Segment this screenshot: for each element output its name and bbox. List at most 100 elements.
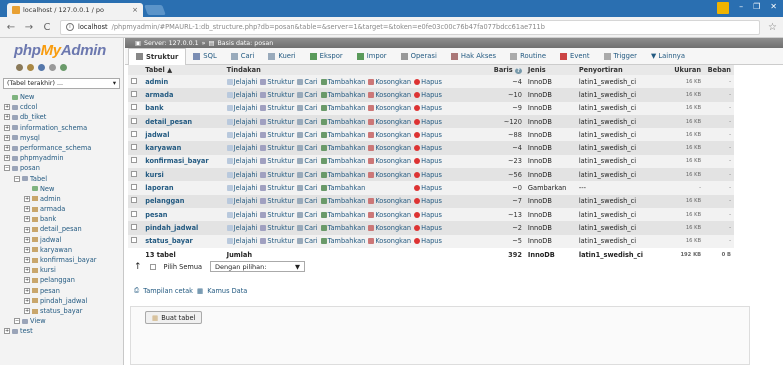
header-table-name[interactable]: Tabel ▲ (142, 65, 224, 75)
breadcrumb-database[interactable]: Basis data: posan (217, 40, 273, 47)
expand-icon[interactable]: + (4, 104, 10, 111)
table-size[interactable]: 16 KB (663, 154, 705, 169)
close-window-button[interactable]: ✕ (770, 2, 777, 14)
tree-item-pelanggan[interactable]: + pelanggan (0, 275, 123, 285)
drop-action[interactable]: Hapus (414, 237, 442, 245)
browse-action[interactable]: Jelajahi (226, 224, 257, 232)
structure-action[interactable]: Struktur (260, 144, 294, 152)
tab-trigger[interactable]: Trigger (597, 48, 644, 65)
search-action[interactable]: Cari (297, 237, 318, 245)
row-checkbox[interactable] (131, 237, 137, 244)
drop-action[interactable]: Hapus (414, 131, 442, 139)
tree-item-information-schema[interactable]: + information_schema (0, 123, 123, 133)
table-name-link[interactable]: admin (142, 75, 224, 89)
row-checkbox[interactable] (131, 77, 137, 84)
insert-action[interactable]: Tambahkan (320, 118, 365, 126)
expand-icon[interactable]: + (24, 226, 30, 233)
table-name-link[interactable]: pesan (142, 207, 224, 222)
row-checkbox[interactable] (131, 210, 137, 217)
tab-lainnya[interactable]: ▼ Lainnya (644, 48, 692, 65)
insert-action[interactable]: Tambahkan (320, 91, 365, 99)
empty-action[interactable]: Kosongkan (368, 157, 411, 165)
row-checkbox[interactable] (131, 197, 137, 204)
table-name-link[interactable]: jadwal (142, 128, 224, 142)
tree-item-view[interactable]: − View (0, 316, 123, 326)
table-name-link[interactable]: laporan (142, 181, 224, 195)
tree-item-posan[interactable]: − posan (0, 163, 123, 173)
browse-action[interactable]: Jelajahi (226, 78, 257, 86)
header-size[interactable]: Ukuran (663, 65, 705, 75)
new-tab-button[interactable] (144, 5, 166, 15)
table-name-link[interactable]: konfirmasi_bayar (142, 154, 224, 169)
drop-action[interactable]: Hapus (414, 144, 442, 152)
browse-action[interactable]: Jelajahi (226, 197, 257, 205)
insert-action[interactable]: Tambahkan (320, 144, 365, 152)
browse-action[interactable]: Jelajahi (226, 237, 257, 245)
print-view-link[interactable]: Tampilan cetak (143, 287, 193, 295)
row-checkbox[interactable] (131, 157, 137, 164)
drop-action[interactable]: Hapus (414, 104, 442, 112)
search-action[interactable]: Cari (297, 78, 318, 86)
empty-action[interactable]: Kosongkan (368, 171, 411, 179)
reload-button[interactable]: C (42, 22, 52, 33)
expand-icon[interactable]: + (24, 257, 30, 264)
tree-item-cdcol[interactable]: + cdcol (0, 102, 123, 112)
structure-action[interactable]: Struktur (260, 171, 294, 179)
expand-icon[interactable]: + (4, 155, 10, 162)
empty-action[interactable]: Kosongkan (368, 144, 411, 152)
table-name-link[interactable]: armada (142, 88, 224, 102)
drop-action[interactable]: Hapus (414, 78, 442, 86)
row-checkbox[interactable] (131, 104, 137, 111)
expand-icon[interactable]: + (24, 297, 30, 304)
back-button[interactable]: ← (6, 22, 16, 33)
structure-action[interactable]: Struktur (260, 104, 294, 112)
tab-hak-akses[interactable]: Hak Akses (444, 48, 503, 65)
empty-action[interactable]: Kosongkan (368, 104, 411, 112)
table-size[interactable]: 16 KB (663, 141, 705, 155)
help-icon[interactable]: ? (515, 68, 522, 74)
insert-action[interactable]: Tambahkan (320, 131, 365, 139)
tree-item-jadwal[interactable]: + jadwal (0, 235, 123, 245)
tab-ekspor[interactable]: Ekspor (303, 48, 350, 65)
row-checkbox[interactable] (131, 144, 137, 151)
tree-item-karyawan[interactable]: + karyawan (0, 245, 123, 255)
browse-action[interactable]: Jelajahi (226, 91, 257, 99)
expand-icon[interactable]: + (24, 308, 30, 315)
search-action[interactable]: Cari (297, 224, 318, 232)
tab-event[interactable]: Event (553, 48, 596, 65)
expand-icon[interactable]: + (24, 236, 30, 243)
header-collation[interactable]: Penyortiran (575, 65, 664, 75)
tab-struktur[interactable]: Struktur (128, 47, 187, 65)
expand-icon[interactable]: + (24, 246, 30, 253)
insert-action[interactable]: Tambahkan (320, 197, 365, 205)
tree-item-performance-schema[interactable]: + performance_schema (0, 143, 123, 153)
browser-tab[interactable]: localhost / 127.0.0.1 / po × (7, 3, 143, 17)
search-action[interactable]: Cari (297, 144, 318, 152)
expand-icon[interactable]: − (14, 318, 20, 325)
empty-action[interactable]: Kosongkan (368, 211, 411, 219)
expand-icon[interactable]: + (24, 267, 30, 274)
forward-button[interactable]: → (24, 22, 34, 33)
tree-item-kursi[interactable]: + kursi (0, 265, 123, 275)
create-table-button[interactable]: ▦ Buat tabel (145, 311, 203, 324)
expand-icon[interactable]: + (24, 216, 30, 223)
tree-item-bank[interactable]: + bank (0, 214, 123, 224)
recent-tables-select[interactable]: (Tabel terakhir) ... ▾ (3, 78, 120, 89)
row-checkbox[interactable] (131, 130, 137, 137)
search-action[interactable]: Cari (297, 104, 318, 112)
tree-item-konfirmasi-bayar[interactable]: + konfirmasi_bayar (0, 255, 123, 265)
structure-action[interactable]: Struktur (260, 131, 294, 139)
structure-action[interactable]: Struktur (260, 211, 294, 219)
drop-action[interactable]: Hapus (414, 91, 442, 99)
header-overhead[interactable]: Beban (704, 65, 734, 75)
breadcrumb-server[interactable]: Server: 127.0.0.1 (144, 40, 199, 47)
expand-icon[interactable]: − (14, 175, 20, 182)
table-size[interactable]: 16 KB (663, 221, 705, 235)
table-name-link[interactable]: karyawan (142, 141, 224, 155)
drop-action[interactable]: Hapus (414, 157, 442, 165)
home-icon[interactable] (16, 64, 23, 71)
table-size[interactable]: 16 KB (663, 88, 705, 102)
expand-icon[interactable]: + (4, 328, 10, 335)
browse-action[interactable]: Jelajahi (226, 211, 257, 219)
tree-item-status-bayar[interactable]: + status_bayar (0, 306, 123, 316)
